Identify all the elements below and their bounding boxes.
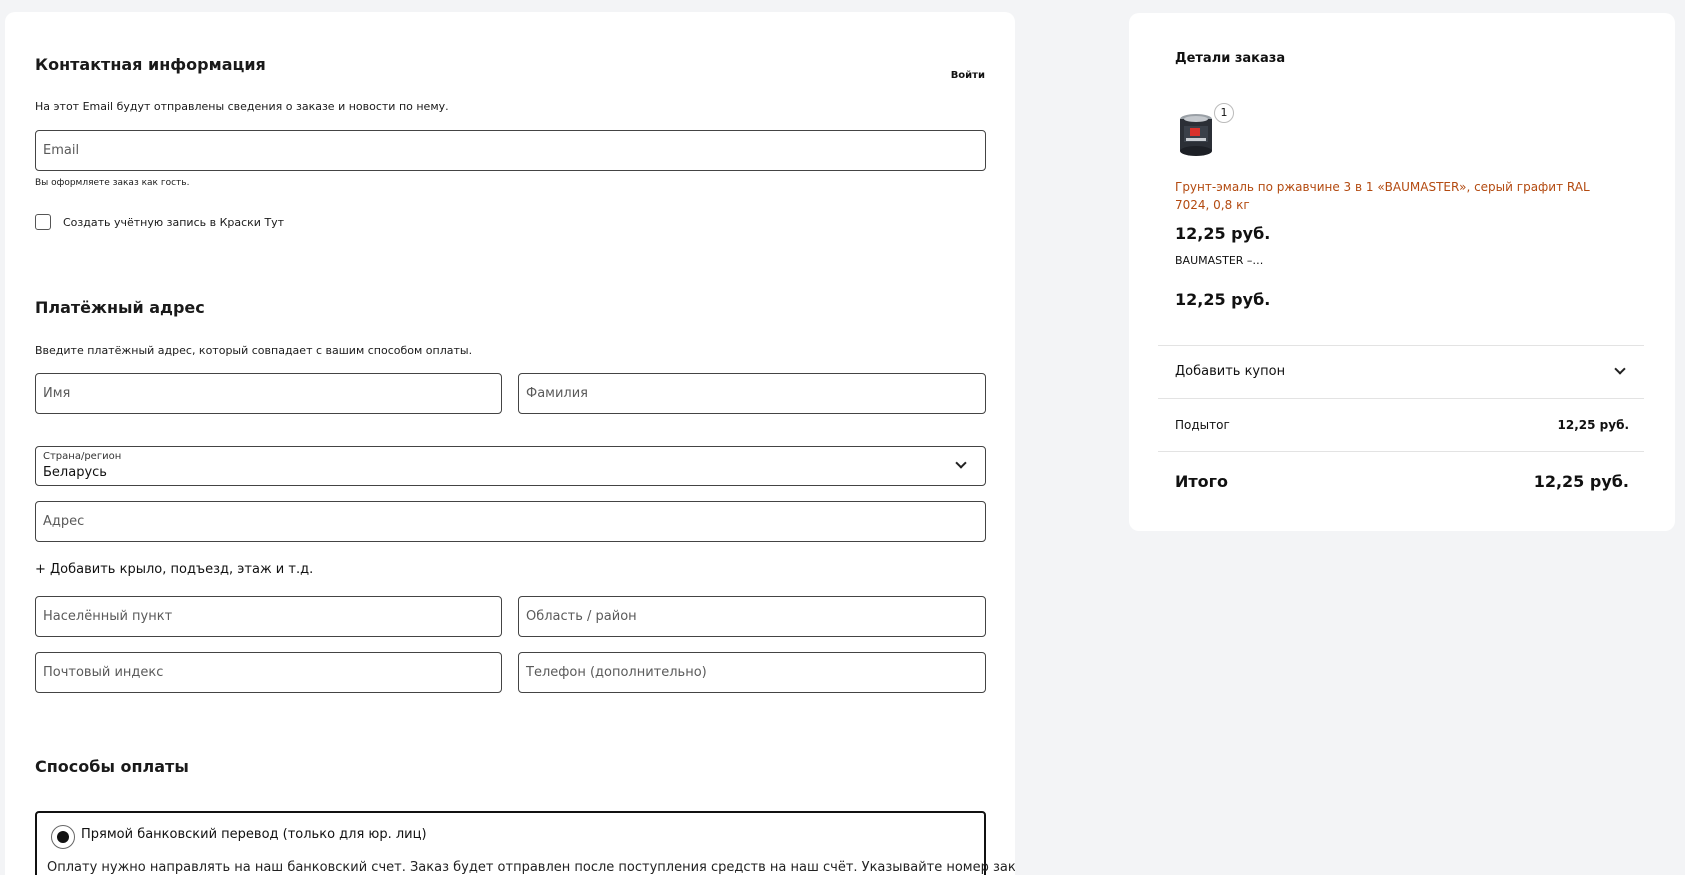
contact-section-title: Контактная информация bbox=[35, 55, 266, 74]
last-name-placeholder: Фамилия bbox=[526, 386, 588, 401]
order-summary-panel: Детали заказа 1 Грунт-эмаль по ржавчине … bbox=[1129, 13, 1675, 531]
address-field[interactable]: Адрес bbox=[35, 501, 986, 542]
coupon-label: Добавить купон bbox=[1175, 364, 1286, 379]
product-image bbox=[1180, 114, 1212, 156]
total-value: 12,25 руб. bbox=[1533, 472, 1629, 491]
total-label: Итого bbox=[1175, 472, 1229, 491]
checkout-form-panel: Контактная информация Войти На этот Emai… bbox=[5, 12, 1015, 875]
radio-selected-dot bbox=[57, 831, 69, 843]
product-line-total: 12,25 руб. bbox=[1175, 290, 1271, 309]
divider bbox=[1158, 451, 1644, 452]
phone-placeholder: Телефон (дополнительно) bbox=[526, 665, 707, 680]
subtotal-label: Подытог bbox=[1175, 418, 1230, 432]
region-field[interactable]: Область / район bbox=[518, 596, 986, 637]
product-unit-price: 12,25 руб. bbox=[1175, 224, 1271, 243]
city-placeholder: Населённый пункт bbox=[43, 609, 173, 624]
chevron-down-icon bbox=[1614, 363, 1626, 375]
create-account-checkbox[interactable] bbox=[35, 214, 51, 230]
add-address-line-link[interactable]: + Добавить крыло, подъезд, этаж и т.д. bbox=[35, 562, 313, 577]
phone-field[interactable]: Телефон (дополнительно) bbox=[518, 652, 986, 693]
order-details-title: Детали заказа bbox=[1175, 51, 1286, 66]
country-select[interactable]: Страна/регион Беларусь bbox=[35, 446, 986, 486]
billing-section-title: Платёжный адрес bbox=[35, 298, 205, 317]
postcode-field[interactable]: Почтовый индекс bbox=[35, 652, 502, 693]
region-placeholder: Область / район bbox=[526, 609, 637, 624]
chevron-down-icon bbox=[955, 457, 967, 469]
subtotal-value: 12,25 руб. bbox=[1557, 418, 1629, 432]
divider bbox=[1158, 398, 1644, 399]
last-name-field[interactable]: Фамилия bbox=[518, 373, 986, 414]
guest-note: Вы оформляете заказ как гость. bbox=[35, 178, 190, 188]
payment-method-description: Оплату нужно направлять на наш банковски… bbox=[47, 860, 1015, 875]
billing-note: Введите платёжный адрес, который совпада… bbox=[35, 344, 473, 357]
coupon-toggle[interactable]: Добавить купон bbox=[1158, 346, 1644, 398]
quantity-badge: 1 bbox=[1214, 103, 1234, 123]
city-field[interactable]: Населённый пункт bbox=[35, 596, 502, 637]
product-brand-excerpt: BAUMASTER –… bbox=[1175, 254, 1264, 267]
payment-method-label: Прямой банковский перевод (только для юр… bbox=[81, 827, 427, 842]
first-name-field[interactable]: Имя bbox=[35, 373, 502, 414]
product-name-link[interactable]: Грунт-эмаль по ржавчине 3 в 1 «BAUMASTER… bbox=[1175, 178, 1615, 214]
email-field[interactable]: Email bbox=[35, 130, 986, 171]
payment-method-option[interactable]: Прямой банковский перевод (только для юр… bbox=[35, 811, 1015, 875]
email-placeholder: Email bbox=[43, 143, 80, 158]
postcode-placeholder: Почтовый индекс bbox=[43, 665, 164, 680]
payment-method-radio[interactable] bbox=[51, 825, 75, 849]
country-value: Беларусь bbox=[43, 465, 107, 480]
login-link[interactable]: Войти bbox=[951, 70, 985, 81]
payment-section-title: Способы оплаты bbox=[35, 757, 189, 776]
address-placeholder: Адрес bbox=[43, 514, 85, 529]
first-name-placeholder: Имя bbox=[43, 386, 71, 401]
country-label: Страна/регион bbox=[43, 451, 122, 462]
contact-note: На этот Email будут отправлены сведения … bbox=[35, 100, 449, 113]
create-account-label[interactable]: Создать учётную запись в Краски Тут bbox=[63, 216, 284, 229]
